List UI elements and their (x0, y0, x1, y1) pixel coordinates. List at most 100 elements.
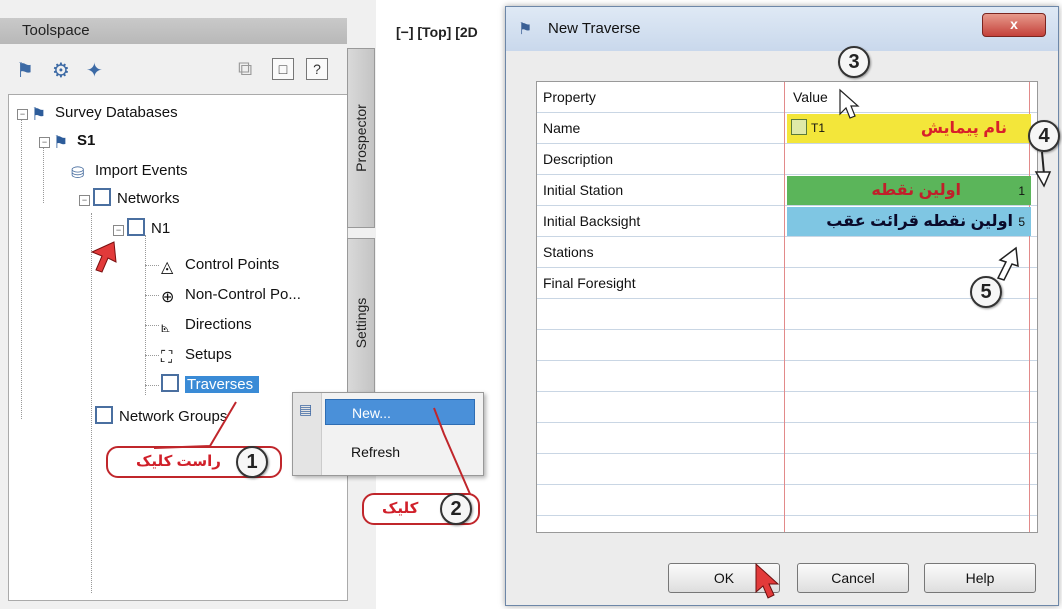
prospector-tree: − ⚑ Survey Databases − ⚑ S1 ⛁ Import Events… (8, 94, 348, 601)
property-final-foresight-label: Final Foresight (543, 275, 636, 291)
help-dialog-button[interactable]: Help (924, 563, 1036, 593)
grid-empty-row (537, 485, 1037, 516)
property-description-label: Description (543, 151, 614, 167)
networks-icon (93, 188, 111, 206)
grid-empty-row (537, 392, 1037, 423)
initial-backsight-value-cell[interactable]: اولین نقطه قرائت عقب 5 (787, 207, 1031, 236)
mouse-pointer-icon (839, 88, 860, 119)
tab-label: Prospector (353, 104, 369, 172)
tree-node-traverses[interactable]: Traverses (161, 373, 260, 397)
new-traverse-icon: ▤ (299, 401, 313, 417)
traverses-icon (161, 374, 179, 392)
property-name-label: Name (543, 120, 581, 136)
toolspace-title-bar[interactable]: Toolspace (0, 18, 347, 44)
grid-row-final-foresight[interactable]: Final Foresight (537, 268, 1037, 299)
non-control-points-icon: ⊕ (161, 289, 175, 306)
column-header-property[interactable]: Property (543, 89, 596, 105)
cancel-button[interactable]: Cancel (797, 563, 909, 593)
tree-node-label: Control Points (185, 256, 280, 273)
expander-s1[interactable]: − (39, 137, 50, 148)
name-value-cell[interactable]: T1 نام پیمایش (787, 114, 1031, 143)
step2-badge: 2 (440, 493, 472, 525)
mouse-pointer-icon (755, 562, 780, 599)
grid-empty-row (537, 516, 1037, 532)
initial-backsight-value[interactable]: 5 (1018, 215, 1025, 229)
control-points-icon: ◬ (161, 259, 174, 276)
name-value[interactable]: T1 (811, 121, 825, 135)
tree-node-s1[interactable]: ⚑ S1 (53, 129, 95, 153)
step1-badge: 1 (236, 446, 268, 478)
tree-node-label: Setups (185, 346, 232, 363)
callout-step2-leader (433, 407, 471, 495)
toolspace-title: Toolspace (22, 22, 90, 39)
initial-station-value[interactable]: 1 (1018, 184, 1025, 198)
new-traverse-dialog: ⚑ New Traverse x Property Value Name Des… (505, 6, 1059, 606)
initial-station-annotation: اولین نقطه (871, 182, 961, 199)
network-icon (127, 218, 145, 236)
callout-step4-arrow (1034, 151, 1052, 188)
mouse-pointer-icon (90, 241, 117, 273)
property-grid: Property Value Name Description Initial … (536, 81, 1038, 533)
traverse-name-icon (791, 119, 807, 135)
tree-node-control-points[interactable]: ◬ Control Points (161, 253, 279, 277)
tree-node-label: N1 (151, 220, 171, 237)
step4-badge: 4 (1028, 120, 1060, 152)
column-header-value[interactable]: Value (793, 89, 828, 105)
grid-empty-row (537, 330, 1037, 361)
expander-survey-databases[interactable]: − (17, 109, 28, 120)
column-divider[interactable] (784, 82, 785, 532)
grid-empty-row (537, 423, 1037, 454)
name-annotation: نام پیمایش (920, 120, 1007, 137)
grid-empty-row (537, 299, 1037, 330)
dialog-title-bar[interactable]: ⚑ New Traverse x (506, 7, 1058, 51)
callout-step1-text: راست کلیک (136, 453, 221, 470)
database-icon: ⚑ (53, 133, 69, 152)
toolspace-toolbar: ⚑ ⚙ ✦ ⧉ □ ? (0, 50, 347, 90)
tree-node-label: Networks (117, 190, 180, 207)
copy-icon[interactable]: ⧉ (238, 58, 252, 81)
callout-step5-arrow (996, 246, 1019, 281)
help-button[interactable]: ? (306, 58, 328, 80)
grid-empty-row (537, 454, 1037, 485)
tree-node-import-events[interactable]: ⛁ Import Events (71, 159, 188, 183)
tree-node-setups[interactable]: ⛶ Setups (161, 343, 232, 367)
tree-node-non-control-points[interactable]: ⊕ Non-Control Po... (161, 283, 301, 307)
import-events-icon: ⛁ (71, 165, 85, 182)
grid-row-stations[interactable]: Stations (537, 237, 1037, 268)
initial-backsight-annotation: اولین نقطه قرائت عقب (826, 213, 1013, 230)
tree-node-label: Directions (185, 316, 252, 333)
directions-icon: ⦝ (161, 319, 171, 336)
grid-header-row: Property Value (537, 82, 1037, 113)
property-stations-label: Stations (543, 244, 594, 260)
tree-node-networks[interactable]: Networks (93, 187, 180, 211)
panel-view-button[interactable]: □ (272, 58, 294, 80)
tree-node-label: Import Events (95, 162, 188, 179)
traverse-app-icon: ⚑ (518, 21, 533, 38)
viewport-controls-label[interactable]: [−] [Top] [2D (396, 24, 478, 40)
callout-step1-leader (153, 401, 237, 449)
tree-node-n1[interactable]: N1 (127, 217, 170, 241)
network-groups-icon (95, 406, 113, 424)
tab-prospector[interactable]: Prospector (347, 48, 375, 228)
close-button[interactable]: x (982, 13, 1046, 37)
property-initial-backsight-label: Initial Backsight (543, 213, 641, 229)
survey-equipment-icon[interactable]: ✦ (86, 58, 103, 83)
step3-badge: 3 (838, 46, 870, 78)
survey-database-icon: ⚑ (31, 105, 47, 124)
grid-empty-row (537, 361, 1037, 392)
grid-row-description[interactable]: Description (537, 144, 1037, 175)
tree-node-label: Non-Control Po... (185, 286, 301, 303)
expander-networks[interactable]: − (79, 195, 90, 206)
tree-node-survey-databases[interactable]: ⚑ Survey Databases (31, 101, 178, 125)
property-initial-station-label: Initial Station (543, 182, 624, 198)
expander-n1[interactable]: − (113, 225, 124, 236)
initial-station-value-cell[interactable]: اولین نقطه 1 (787, 176, 1031, 205)
tab-settings[interactable]: Settings (347, 238, 375, 408)
toolspace-panel: Toolspace ⚑ ⚙ ✦ ⧉ □ ? − ⚑ Survey Database… (0, 0, 376, 609)
tree-node-directions[interactable]: ⦝ Directions (161, 313, 252, 337)
tree-node-label: Survey Databases (55, 104, 178, 121)
survey-icon[interactable]: ⚑ (16, 58, 34, 83)
setups-icon: ⛶ (161, 349, 173, 366)
survey-user-settings-icon[interactable]: ⚙ (52, 58, 70, 83)
tree-node-label: S1 (77, 132, 96, 149)
